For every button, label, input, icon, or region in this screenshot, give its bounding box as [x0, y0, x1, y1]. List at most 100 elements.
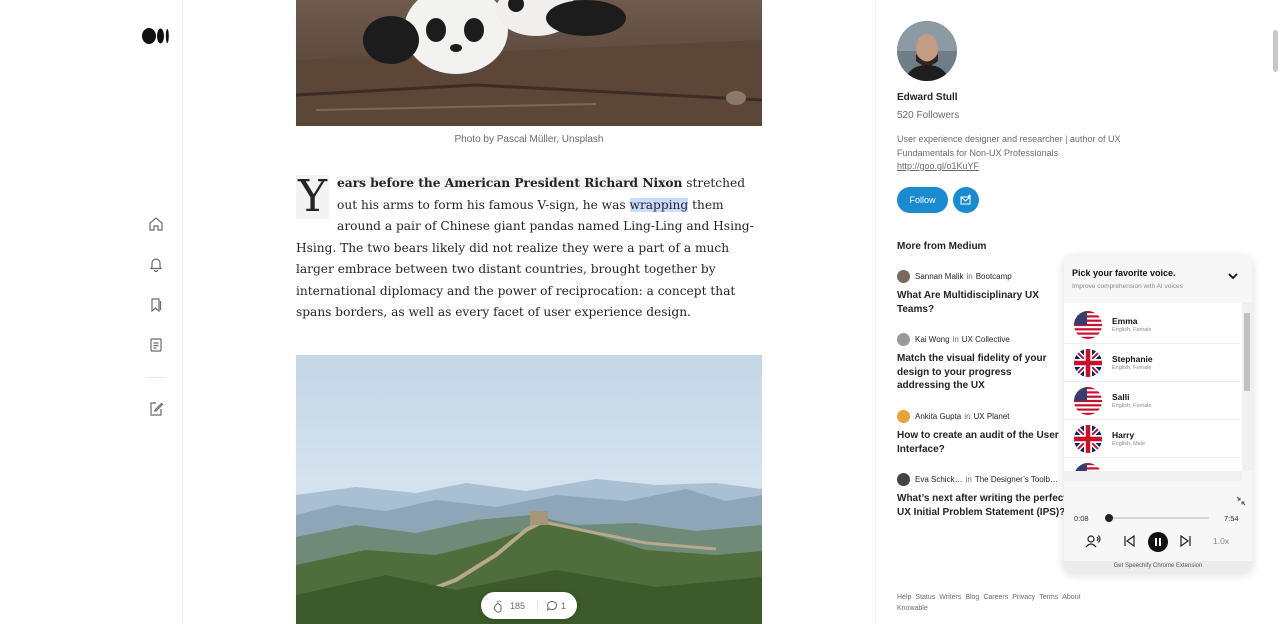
article-paragraph: Years before the American President Rich… [296, 173, 766, 324]
more-from-medium-title: More from Medium [897, 241, 987, 252]
voice-meta: English, Female [1112, 365, 1152, 371]
pause-button[interactable] [1148, 532, 1168, 552]
footer-link-terms[interactable]: Terms [1039, 594, 1058, 601]
footer-link-privacy[interactable]: Privacy [1012, 594, 1035, 601]
speechify-extension-link[interactable]: Get Speechify Chrome Extension [1064, 561, 1252, 572]
drop-cap: Y [296, 171, 330, 222]
voice-settings-icon[interactable] [1085, 533, 1101, 549]
skip-forward-icon[interactable] [1178, 533, 1194, 549]
author-name[interactable]: Edward Stull [897, 92, 958, 103]
time-total: 7:54 [1224, 514, 1239, 523]
recommended-story[interactable]: Ankita Gupta in UX Planet How to create … [897, 410, 1067, 456]
voice-meta: English, Female [1112, 327, 1152, 333]
voice-option-partial[interactable] [1064, 458, 1240, 471]
voice-meta: English, Female [1112, 403, 1152, 409]
author-avatar[interactable] [897, 21, 957, 81]
scrollbar-thumb[interactable] [1244, 313, 1250, 391]
rec-author[interactable]: Sannan Malik [915, 272, 963, 281]
comment-icon[interactable] [546, 600, 558, 612]
voice-list-hscrollbar[interactable] [1064, 471, 1242, 481]
recommended-story[interactable]: Kai Wong in UX Collective Match the visu… [897, 333, 1067, 393]
voice-name: Emma [1112, 316, 1138, 326]
voice-name: Salli [1112, 392, 1130, 402]
panda-photo [296, 0, 762, 126]
great-wall-photo [296, 355, 762, 624]
footer-link-careers[interactable]: Careers [983, 594, 1008, 601]
notifications-bell-icon[interactable] [147, 255, 165, 273]
write-icon[interactable] [147, 400, 165, 418]
recommended-story[interactable]: Sannan Malik in Bootcamp What Are Multid… [897, 270, 1067, 316]
footer-links: Help Status Writers Blog Careers Privacy Terms… [897, 592, 1107, 614]
voice-option[interactable]: Emma English, Female [1064, 306, 1240, 344]
rec-title[interactable]: Match the visual fidelity of your design… [897, 352, 1067, 393]
medium-logo-icon[interactable] [142, 27, 170, 45]
comment-count: 1 [561, 600, 567, 611]
playback-speed[interactable]: 1.0x [1213, 536, 1229, 546]
photo-caption: Photo by Pascal Müller, Unsplash [454, 134, 604, 145]
bookmarks-icon[interactable] [147, 296, 165, 314]
follower-count[interactable]: 520 Followers [897, 110, 959, 121]
pause-icon [1155, 538, 1161, 546]
collapse-icon[interactable] [1236, 496, 1246, 506]
voice-picker-subtitle: Improve comprehension with AI voices [1072, 283, 1183, 290]
rec-author[interactable]: Kai Wong [915, 335, 950, 344]
footer-link-writers[interactable]: Writers [939, 594, 961, 601]
clapbar-divider [537, 599, 539, 612]
rec-publication[interactable]: The Designer’s Toolb… [975, 475, 1058, 484]
voice-name: Harry [1112, 430, 1135, 440]
skip-back-icon[interactable] [1121, 533, 1137, 549]
selected-text[interactable]: wrapping [629, 197, 689, 212]
footer-link-about[interactable]: About [1062, 594, 1080, 601]
rec-publication[interactable]: Bootcamp [976, 272, 1012, 281]
rec-author-avatar [897, 473, 910, 486]
rec-in: in [966, 272, 973, 281]
progress-knob[interactable] [1105, 514, 1113, 522]
bio-text: User experience designer and researcher … [897, 134, 1121, 158]
clap-icon[interactable] [491, 599, 505, 613]
rec-publication[interactable]: UX Planet [973, 412, 1009, 421]
voice-list-scrollbar[interactable] [1242, 303, 1252, 471]
speechify-widget: Pick your favorite voice. Improve compre… [1064, 256, 1252, 572]
rec-in: in [965, 475, 972, 484]
uk-flag-icon [1074, 349, 1102, 377]
clap-comment-bar: 185 1 [481, 592, 577, 619]
us-flag-icon [1074, 387, 1102, 415]
voice-option[interactable]: Salli English, Female [1064, 382, 1240, 420]
rec-title[interactable]: How to create an audit of the User Inter… [897, 429, 1067, 456]
voice-name: Stephanie [1112, 354, 1153, 364]
page-scrollbar-thumb[interactable] [1273, 30, 1278, 72]
progress-track[interactable] [1109, 517, 1209, 519]
body-text: them around a pair of Chinese giant pand… [296, 197, 754, 320]
subscribe-button[interactable] [953, 187, 979, 213]
footer-link-help[interactable]: Help [897, 594, 911, 601]
rec-author-avatar [897, 270, 910, 283]
rec-author-avatar [897, 410, 910, 423]
rec-author[interactable]: Eva Schick… [915, 475, 963, 484]
recommended-story[interactable]: Eva Schick… in The Designer’s Toolb… Wha… [897, 473, 1067, 519]
voice-option[interactable]: Harry English, Male [1064, 420, 1240, 458]
footer-link-blog[interactable]: Blog [965, 594, 979, 601]
bio-link[interactable]: http://goo.gl/o1KuYF [897, 161, 979, 171]
clap-count: 185 [510, 600, 526, 611]
rec-publication[interactable]: UX Collective [962, 335, 1010, 344]
us-flag-icon [1074, 463, 1102, 471]
rec-in: in [952, 335, 959, 344]
footer-link-status[interactable]: Status [915, 594, 935, 601]
voice-meta: English, Male [1112, 441, 1146, 447]
voice-picker-title: Pick your favorite voice. [1072, 268, 1176, 278]
time-elapsed: 0:08 [1074, 514, 1089, 523]
rec-title[interactable]: What Are Multidisciplinary UX Teams? [897, 289, 1067, 316]
home-icon[interactable] [147, 215, 165, 233]
uk-flag-icon [1074, 425, 1102, 453]
stories-icon[interactable] [147, 336, 165, 354]
chevron-down-icon[interactable] [1227, 270, 1239, 282]
voice-option[interactable]: Stephanie English, Female [1064, 344, 1240, 382]
rec-author[interactable]: Ankita Gupta [915, 412, 961, 421]
mail-plus-icon [960, 194, 971, 205]
voice-list: Emma English, Female Stephanie English, … [1064, 303, 1252, 471]
footer-link-knowable[interactable]: Knowable [897, 605, 928, 612]
rec-title[interactable]: What’s next after writing the perfect UX… [897, 492, 1067, 519]
lead-in-bold: ears before the American President Richa… [337, 176, 683, 190]
follow-button[interactable]: Follow [897, 187, 948, 213]
nav-divider [146, 377, 166, 378]
